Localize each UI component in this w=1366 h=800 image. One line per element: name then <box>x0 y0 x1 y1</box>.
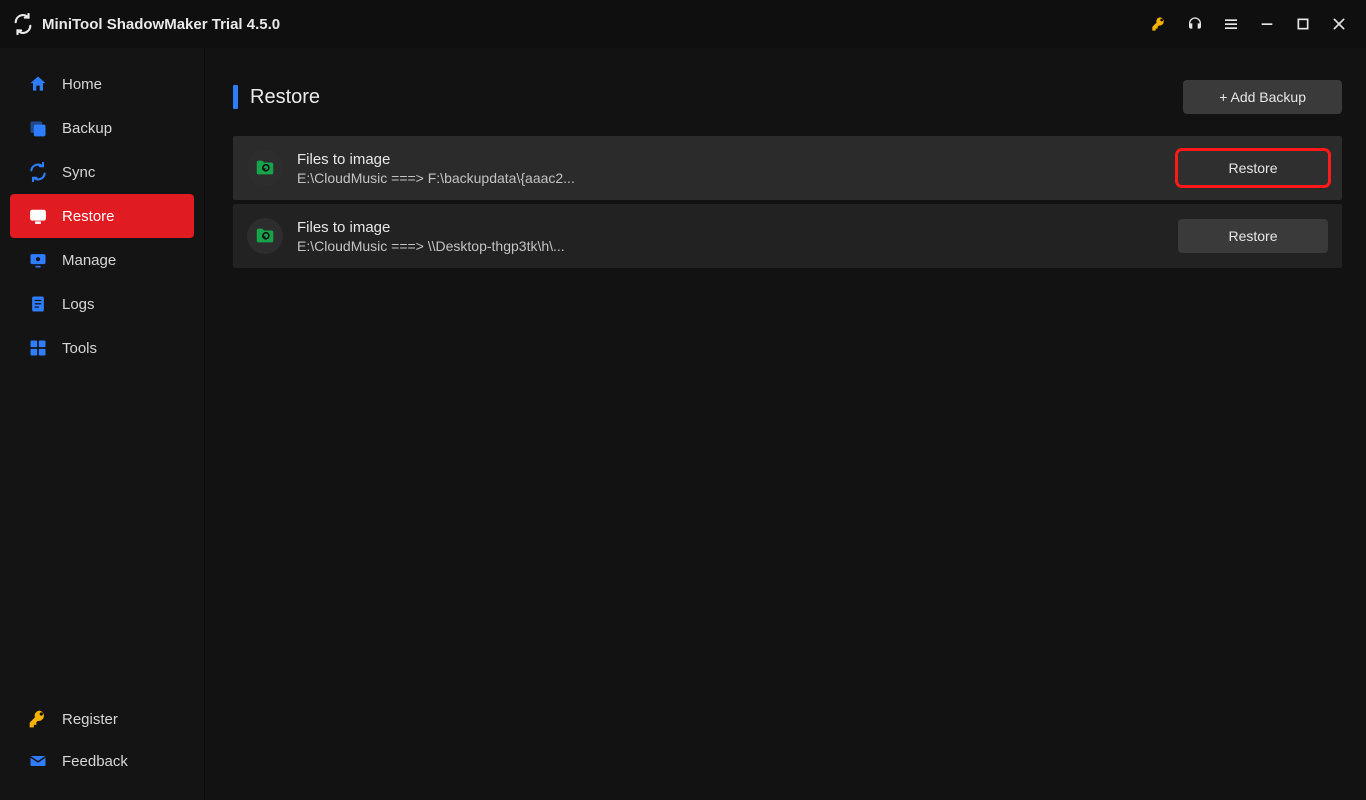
maximize-button[interactable] <box>1294 15 1312 33</box>
restore-button[interactable]: Restore <box>1178 219 1328 253</box>
sidebar-item-label: Restore <box>62 208 115 225</box>
window-controls <box>1150 15 1358 33</box>
license-key-icon[interactable] <box>1150 15 1168 33</box>
restore-button[interactable]: Restore <box>1178 151 1328 185</box>
backup-row[interactable]: Files to image E:\CloudMusic ===> \\Desk… <box>233 204 1342 268</box>
page-title: Restore <box>250 86 320 109</box>
app-window: MiniTool ShadowMaker Trial 4.5.0 <box>0 0 1366 800</box>
close-button[interactable] <box>1330 15 1348 33</box>
sidebar-item-sync[interactable]: Sync <box>10 150 194 194</box>
sidebar-item-label: Register <box>62 711 118 728</box>
feedback-mail-icon <box>28 751 48 771</box>
manage-icon <box>28 250 48 270</box>
register-key-icon <box>28 709 48 729</box>
header-accent-bar <box>233 85 238 109</box>
sidebar-item-label: Logs <box>62 296 95 313</box>
sidebar-item-label: Sync <box>62 164 95 181</box>
app-logo-icon <box>12 13 34 35</box>
folder-refresh-icon <box>247 218 283 254</box>
sidebar-item-register[interactable]: Register <box>10 698 194 740</box>
logs-icon <box>28 294 48 314</box>
main-panel: Restore + Add Backup Files to image E:\C… <box>205 48 1366 800</box>
sidebar: Home Backup Sync <box>0 48 205 800</box>
support-icon[interactable] <box>1186 15 1204 33</box>
page-header: Restore + Add Backup <box>233 80 1342 114</box>
sync-icon <box>28 162 48 182</box>
backup-icon <box>28 118 48 138</box>
titlebar: MiniTool ShadowMaker Trial 4.5.0 <box>0 0 1366 48</box>
home-icon <box>28 74 48 94</box>
sidebar-item-label: Tools <box>62 340 97 357</box>
minimize-button[interactable] <box>1258 15 1276 33</box>
menu-icon[interactable] <box>1222 15 1240 33</box>
restore-icon <box>28 206 48 226</box>
backup-row[interactable]: Files to image E:\CloudMusic ===> F:\bac… <box>233 136 1342 200</box>
sidebar-item-label: Home <box>62 76 102 93</box>
tools-icon <box>28 338 48 358</box>
sidebar-item-logs[interactable]: Logs <box>10 282 194 326</box>
sidebar-item-restore[interactable]: Restore <box>10 194 194 238</box>
sidebar-item-label: Manage <box>62 252 116 269</box>
backup-list: Files to image E:\CloudMusic ===> F:\bac… <box>233 136 1342 268</box>
sidebar-item-backup[interactable]: Backup <box>10 106 194 150</box>
sidebar-item-label: Feedback <box>62 753 128 770</box>
backup-title: Files to image <box>297 151 575 168</box>
sidebar-item-home[interactable]: Home <box>10 62 194 106</box>
backup-title: Files to image <box>297 219 565 236</box>
sidebar-item-feedback[interactable]: Feedback <box>10 740 194 782</box>
folder-refresh-icon <box>247 150 283 186</box>
backup-path: E:\CloudMusic ===> F:\backupdata\{aaac2.… <box>297 170 575 186</box>
add-backup-button[interactable]: + Add Backup <box>1183 80 1342 114</box>
app-title: MiniTool ShadowMaker Trial 4.5.0 <box>42 16 280 33</box>
sidebar-item-tools[interactable]: Tools <box>10 326 194 370</box>
sidebar-item-manage[interactable]: Manage <box>10 238 194 282</box>
backup-path: E:\CloudMusic ===> \\Desktop-thgp3tk\h\.… <box>297 238 565 254</box>
sidebar-item-label: Backup <box>62 120 112 137</box>
